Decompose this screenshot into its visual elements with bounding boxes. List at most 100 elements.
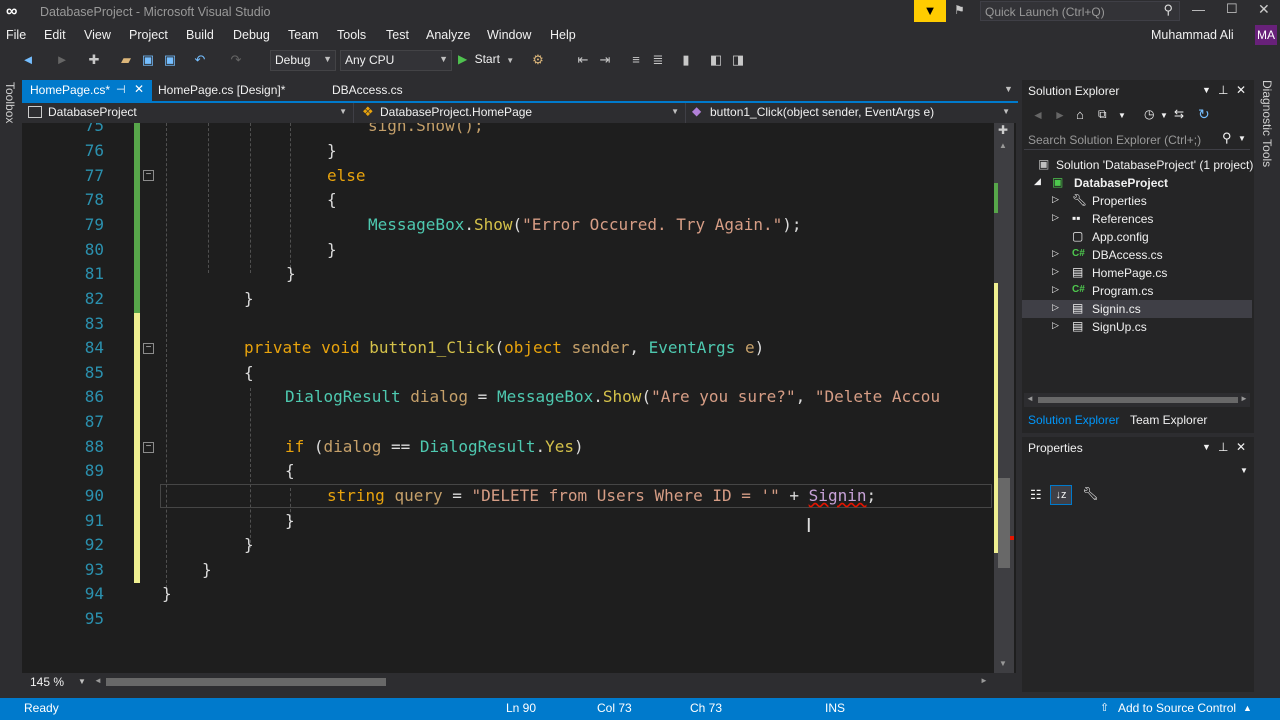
step-over-icon[interactable]: ⇥: [597, 52, 613, 68]
tree-item-signup[interactable]: ▷ ▤ SignUp.cs: [1022, 318, 1252, 336]
split-icon[interactable]: ✚: [998, 123, 1008, 137]
chevron-down-icon[interactable]: ▼: [1202, 85, 1211, 95]
scroll-thumb[interactable]: [998, 478, 1010, 568]
menu-file[interactable]: File: [6, 28, 26, 42]
scroll-down-icon[interactable]: ▼: [999, 659, 1007, 668]
class-dropdown[interactable]: ❖ DatabaseProject.HomePage ▼: [358, 103, 686, 123]
property-pages-icon[interactable]: 🔧︎: [1082, 486, 1099, 502]
user-avatar[interactable]: MA: [1255, 25, 1277, 45]
menu-analyze[interactable]: Analyze: [426, 28, 470, 42]
menu-help[interactable]: Help: [550, 28, 576, 42]
menu-window[interactable]: Window: [487, 28, 531, 42]
tree-item-properties[interactable]: ▷ 🔧︎ Properties: [1022, 192, 1252, 210]
chevron-down-icon[interactable]: ▼: [1118, 111, 1126, 120]
chevron-down-icon[interactable]: ▼: [78, 677, 86, 686]
menu-tools[interactable]: Tools: [337, 28, 366, 42]
scroll-right-icon[interactable]: ►: [1240, 394, 1248, 403]
menu-view[interactable]: View: [84, 28, 111, 42]
pin-icon[interactable]: ⊣: [116, 83, 126, 96]
back-icon[interactable]: ◄: [1032, 108, 1044, 122]
redo-icon[interactable]: ↷: [228, 52, 244, 68]
home-icon[interactable]: ⌂: [1076, 107, 1084, 122]
toolbox-tab[interactable]: Toolbox: [3, 82, 17, 123]
pin-icon[interactable]: ⊥: [1218, 440, 1228, 454]
add-to-source-control-button[interactable]: Add to Source Control: [1118, 701, 1236, 715]
chevron-down-icon[interactable]: ▼: [1160, 111, 1168, 120]
tab-homepage-cs[interactable]: HomePage.cs* ⊣ ✕: [22, 80, 152, 101]
back-icon[interactable]: ◄: [20, 52, 36, 68]
undo-icon[interactable]: ↶: [192, 52, 208, 68]
tree-item-signin[interactable]: ▷ ▤ Signin.cs: [1022, 300, 1252, 318]
tree-item-project[interactable]: ◢ ▣ DatabaseProject: [1022, 174, 1252, 192]
tab-solution-explorer[interactable]: Solution Explorer: [1028, 413, 1119, 427]
expand-arrow-icon[interactable]: ▷: [1052, 302, 1059, 313]
minimize-button[interactable]: —: [1192, 2, 1205, 17]
user-name[interactable]: Muhammad Ali: [1151, 28, 1234, 42]
step-into-icon[interactable]: ⇤: [575, 52, 591, 68]
prev-bookmark-icon[interactable]: ◧: [708, 52, 724, 68]
notifications-icon[interactable]: ⚑: [954, 3, 970, 19]
zoom-level[interactable]: 145 %: [30, 675, 64, 689]
save-icon[interactable]: ▣: [140, 52, 156, 68]
horizontal-scroll-thumb[interactable]: [106, 678, 386, 686]
collapse-icon[interactable]: −: [143, 170, 154, 181]
next-bookmark-icon[interactable]: ◨: [730, 52, 746, 68]
code-editor[interactable]: − − − 75 76 77 78 79 80 81 82 83 84 85 8…: [22, 123, 1016, 673]
forward-icon[interactable]: ►: [1054, 108, 1066, 122]
menu-project[interactable]: Project: [129, 28, 168, 42]
open-folder-icon[interactable]: ▰: [118, 52, 134, 68]
new-project-icon[interactable]: ✚: [86, 52, 102, 68]
alphabetical-icon[interactable]: ↓z: [1050, 485, 1072, 505]
refresh-icon[interactable]: ↻: [1198, 106, 1210, 123]
chevron-down-icon[interactable]: ▼: [1202, 442, 1211, 452]
scroll-left-icon[interactable]: ◄: [1026, 394, 1034, 403]
solution-config-select[interactable]: Debug ▼: [270, 50, 336, 71]
menu-debug[interactable]: Debug: [233, 28, 270, 42]
expand-arrow-icon[interactable]: ▷: [1052, 248, 1059, 259]
scroll-left-icon[interactable]: ◄: [94, 676, 102, 685]
sync-icon[interactable]: ⧉: [1098, 107, 1107, 122]
upload-icon[interactable]: ⇧: [1100, 701, 1109, 714]
vertical-scrollbar[interactable]: ✚ ▲ ▼: [994, 123, 1014, 673]
menu-team[interactable]: Team: [288, 28, 319, 42]
scroll-right-icon[interactable]: ►: [980, 676, 988, 685]
object-dropdown-icon[interactable]: ▼: [1240, 466, 1248, 475]
scroll-up-icon[interactable]: ▲: [999, 141, 1007, 150]
uncomment-icon[interactable]: ≣: [650, 52, 666, 68]
categorized-icon[interactable]: ☷: [1030, 487, 1042, 503]
expand-arrow-icon[interactable]: ▷: [1052, 212, 1059, 223]
feedback-icon[interactable]: ▼: [914, 0, 946, 22]
close-button[interactable]: ✕: [1258, 1, 1270, 18]
pin-icon[interactable]: ⊥: [1218, 83, 1228, 97]
collapse-icon[interactable]: −: [143, 343, 154, 354]
member-dropdown[interactable]: ◆ button1_Click(object sender, EventArgs…: [690, 103, 1016, 123]
tree-item-dbaccess[interactable]: ▷ C# DBAccess.cs: [1022, 246, 1252, 264]
close-icon[interactable]: ✕: [1236, 83, 1246, 97]
project-dropdown[interactable]: DatabaseProject ▼: [22, 103, 354, 123]
close-icon[interactable]: ✕: [1236, 440, 1246, 454]
expand-arrow-icon[interactable]: ▷: [1052, 320, 1059, 331]
close-icon[interactable]: ✕: [134, 82, 144, 96]
tree-item-solution[interactable]: ▣ Solution 'DatabaseProject' (1 project): [1022, 156, 1253, 174]
diagnostic-tools-tab[interactable]: Diagnostic Tools: [1260, 80, 1274, 167]
expand-arrow-icon[interactable]: ▷: [1052, 194, 1059, 205]
menu-test[interactable]: Test: [386, 28, 409, 42]
expanded-arrow-icon[interactable]: ◢: [1034, 176, 1041, 187]
tab-overflow-icon[interactable]: ▼: [1004, 84, 1013, 94]
tree-item-references[interactable]: ▷ ▪▪ References: [1022, 210, 1252, 228]
horizontal-scroll-thumb[interactable]: [1038, 397, 1238, 403]
quick-launch-box[interactable]: Quick Launch (Ctrl+Q) ⚲: [980, 1, 1180, 21]
solution-horizontal-scrollbar[interactable]: ◄ ►: [1024, 393, 1250, 407]
comment-icon[interactable]: ≡: [628, 52, 644, 68]
tree-item-app-config[interactable]: ▢ App.config: [1022, 228, 1252, 246]
tree-item-homepage[interactable]: ▷ ▤ HomePage.cs: [1022, 264, 1252, 282]
bookmark-icon[interactable]: ▮: [678, 52, 694, 68]
tab-team-explorer[interactable]: Team Explorer: [1130, 413, 1207, 427]
pending-changes-icon[interactable]: ◷: [1144, 107, 1154, 121]
start-button[interactable]: ▶ Start ▼: [458, 52, 514, 70]
browser-link-icon[interactable]: ⚙: [530, 52, 546, 68]
tab-dbaccess-cs[interactable]: DBAccess.cs: [324, 80, 434, 101]
tree-item-program[interactable]: ▷ C# Program.cs: [1022, 282, 1252, 300]
expand-arrow-icon[interactable]: ▷: [1052, 266, 1059, 277]
tab-homepage-design[interactable]: HomePage.cs [Design]*: [150, 80, 322, 101]
